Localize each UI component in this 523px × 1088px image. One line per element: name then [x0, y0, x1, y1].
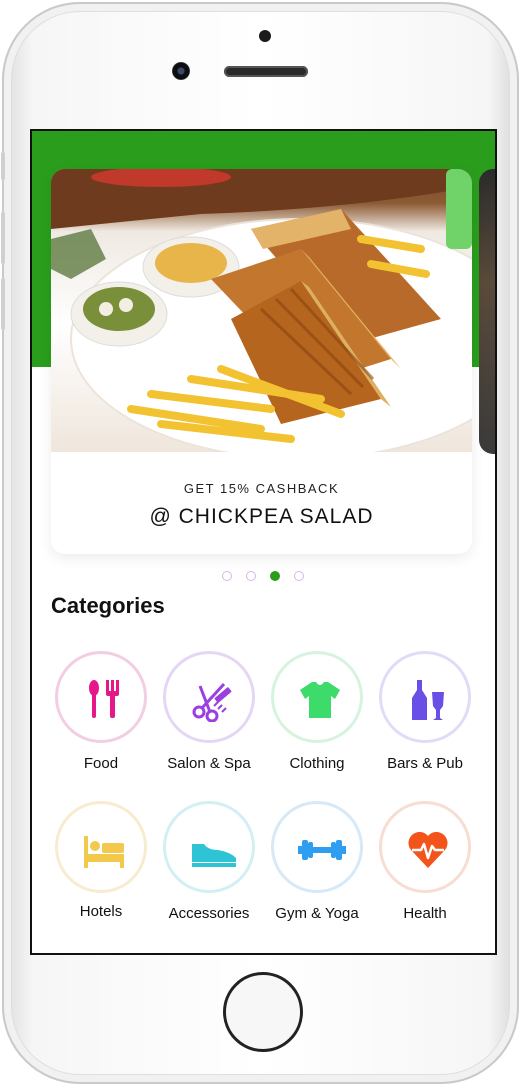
earpiece-speaker	[224, 66, 308, 77]
proximity-sensor	[259, 30, 271, 42]
bottle-glass-icon	[412, 680, 444, 720]
cutlery-icon	[89, 680, 119, 718]
next-banner-card[interactable]	[479, 169, 495, 454]
bed-icon	[84, 836, 124, 868]
carousel-dot-3-active[interactable]	[270, 571, 280, 581]
app-screen: GET 15% CASHBACK @ CHICKPEA SALAD Catego…	[30, 129, 497, 955]
categories-heading: Categories	[51, 593, 165, 618]
category-bars-pub[interactable]: Bars & Pub	[370, 651, 480, 781]
mute-switch	[1, 152, 5, 180]
banner-subtitle: GET 15% CASHBACK	[183, 481, 340, 496]
front-camera-icon	[172, 62, 190, 80]
category-clothing-ring	[271, 651, 363, 743]
tshirt-icon	[300, 682, 340, 718]
category-label: Health	[403, 905, 447, 922]
category-health[interactable]: Health	[370, 801, 480, 931]
category-hotels-ring	[55, 801, 147, 893]
volume-down-button	[1, 278, 5, 330]
carousel-indicator	[32, 571, 495, 585]
sandwich-photo	[51, 169, 472, 452]
category-label: Gym & Yoga	[275, 905, 359, 922]
category-food-ring	[55, 651, 147, 743]
volume-up-button	[1, 212, 5, 264]
category-gym-yoga[interactable]: Gym & Yoga	[262, 801, 372, 931]
carousel-dot-4[interactable]	[294, 571, 304, 581]
category-label: Food	[83, 755, 119, 772]
heart-pulse-icon	[408, 831, 448, 868]
category-label: Salon & Spa	[167, 755, 251, 772]
category-label: Clothing	[289, 755, 345, 772]
category-label: Hotels	[79, 903, 123, 920]
category-salon-spa-ring	[163, 651, 255, 743]
carousel-dot-1[interactable]	[222, 571, 232, 581]
carousel-dot-2[interactable]	[246, 571, 256, 581]
category-gym-yoga-ring	[271, 801, 363, 893]
category-health-ring	[379, 801, 471, 893]
category-accessories[interactable]: Accessories	[154, 801, 264, 931]
category-label: Bars & Pub	[387, 755, 463, 772]
home-button[interactable]	[223, 972, 303, 1052]
category-clothing[interactable]: Clothing	[262, 651, 372, 781]
category-label: Accessories	[168, 905, 250, 922]
category-salon-spa[interactable]: Salon & Spa	[154, 651, 264, 781]
category-bars-pub-ring	[379, 651, 471, 743]
offer-banner-card[interactable]: GET 15% CASHBACK @ CHICKPEA SALAD	[51, 169, 472, 554]
banner-title: @ CHICKPEA SALAD	[149, 505, 374, 528]
category-hotels[interactable]: Hotels	[46, 801, 156, 931]
category-accessories-ring	[163, 801, 255, 893]
shoe-icon	[192, 844, 236, 867]
dumbbell-icon	[298, 840, 346, 860]
category-food[interactable]: Food	[46, 651, 156, 781]
scissors-comb-icon	[192, 682, 232, 722]
